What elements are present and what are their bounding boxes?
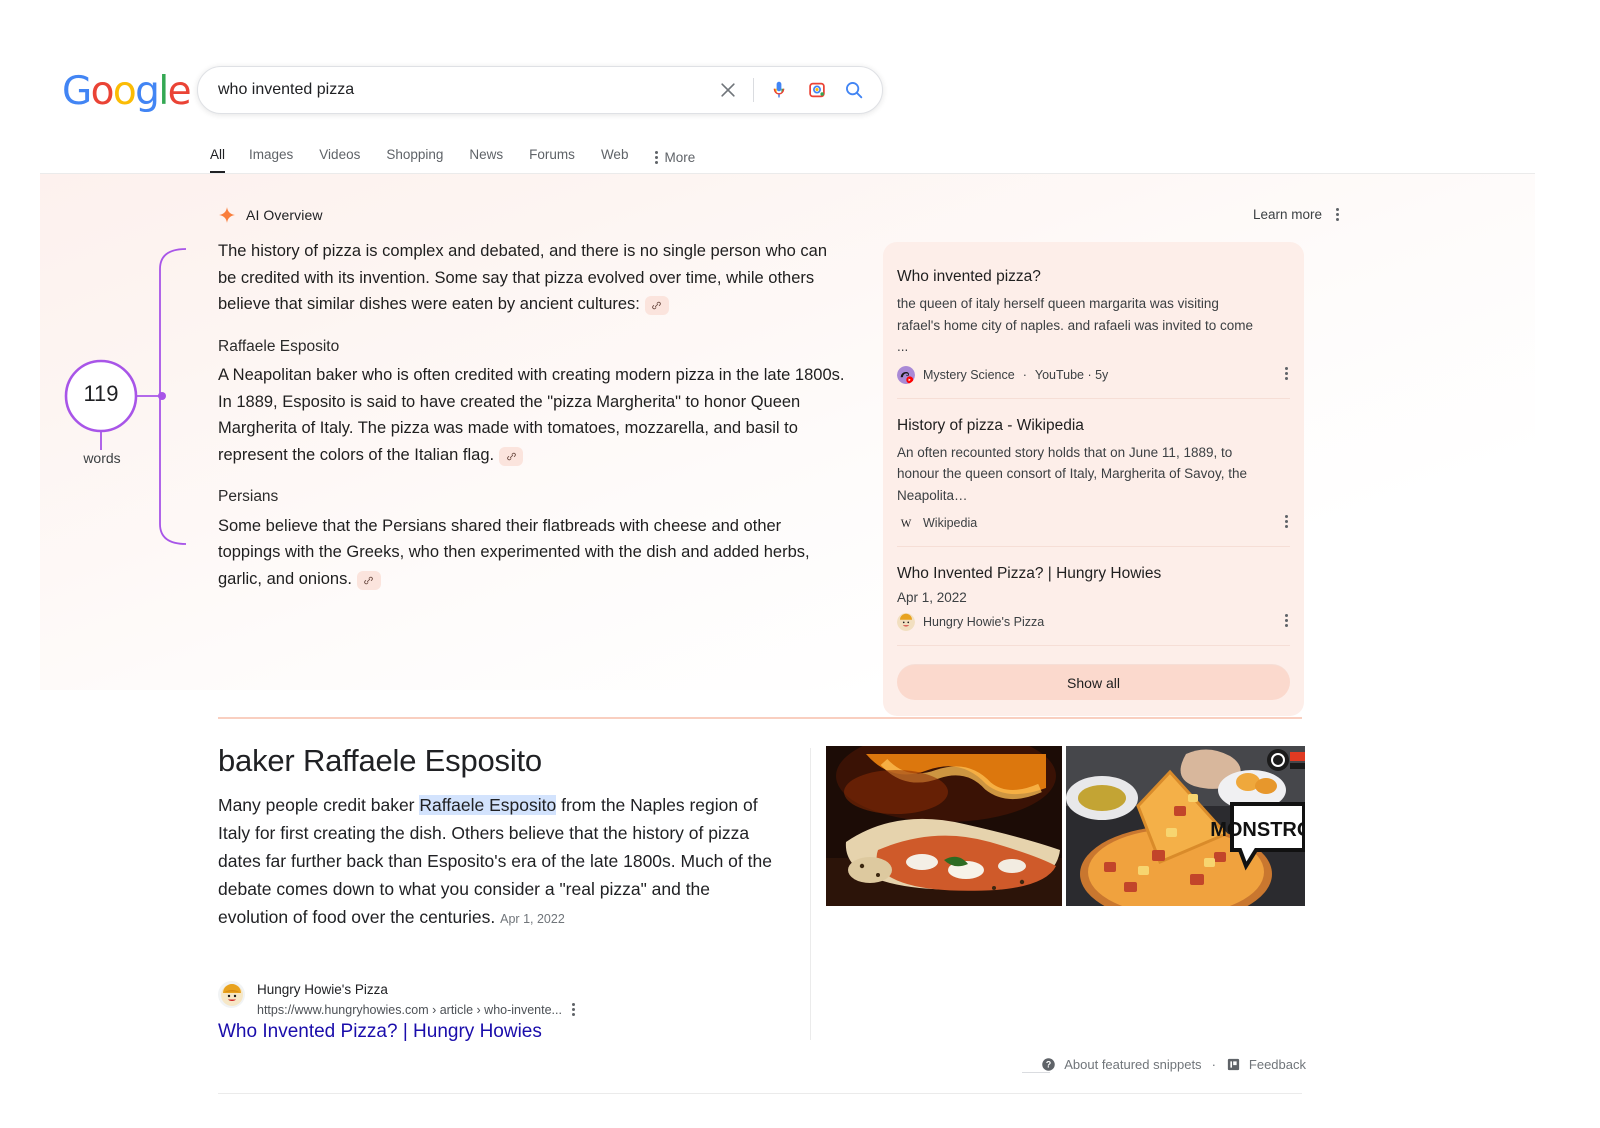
featured-snippet-images: MONSTROS [826,746,1305,906]
microphone-icon[interactable] [762,73,796,107]
wood-fired-margherita-pizza-image[interactable] [826,746,1062,906]
tab-news[interactable]: News [456,140,516,174]
source-snippet: the queen of italy herself queen margari… [897,296,1254,354]
tab-all[interactable]: All [210,140,236,174]
featured-snippet-source[interactable]: Hungry Howie's Pizza https://www.hungryh… [218,981,575,1019]
footer-separator: · [1211,1057,1216,1072]
tab-videos[interactable]: Videos [306,140,373,174]
tab-web[interactable]: Web [588,140,642,174]
source-title[interactable]: Who Invented Pizza? | Hungry Howies [897,563,1264,584]
featured-snippet-date: Apr 1, 2022 [500,912,565,926]
source-date: Apr 1, 2022 [897,590,967,605]
feedback-link[interactable]: Feedback [1226,1057,1306,1072]
source-snippet: An often recounted story holds that on J… [897,444,1247,503]
hawaiian-pizza-slice-monstrosity-image[interactable]: MONSTROS [1066,746,1305,906]
wikipedia-avatar: W [897,514,915,532]
svg-text:?: ? [1046,1060,1051,1070]
tab-forums[interactable]: Forums [516,140,588,174]
more-options-icon[interactable] [1285,614,1288,627]
ai-section-heading-0: Raffaele Esposito [218,337,340,355]
fs-body-highlight: Raffaele Esposito [419,795,557,815]
tab-more-label: More [664,149,696,165]
tab-shopping[interactable]: Shopping [373,140,456,174]
ai-overview-content: The history of pizza is complex and deba… [218,238,848,606]
source-name: Mystery Science [923,367,1015,382]
mystery-science-avatar [897,365,915,384]
annotation-count: 119 [83,381,119,406]
featured-snippet-body: Many people credit baker Raffaele Esposi… [218,791,780,933]
link-chip-icon[interactable] [499,446,524,466]
footer-short-rule [1022,1072,1050,1073]
fs-body-pre: Many people credit baker [218,795,420,815]
tab-images[interactable]: Images [236,140,306,174]
tab-more[interactable]: More [641,150,695,165]
feedback-label: Feedback [1248,1057,1306,1072]
link-chip-icon[interactable] [644,296,669,315]
more-options-icon[interactable] [571,1002,575,1016]
more-options-icon[interactable] [1285,515,1288,528]
about-featured-snippets-link[interactable]: ? About featured snippets [1041,1057,1202,1072]
footer-divider [218,1093,1302,1094]
ai-sources-panel: Who invented pizza? the queen of italy h… [883,242,1304,716]
source-platform: YouTube · 5y [1034,367,1109,382]
section-divider [218,717,1302,719]
source-title[interactable]: Who invented pizza? [897,266,1264,287]
featured-snippet-source-text: Hungry Howie's Pizza https://www.hungryh… [257,981,575,1019]
flag-icon [1227,1058,1240,1071]
source-meta: Mystery Science · YouTube · 5y [897,365,1264,384]
hungry-howies-avatar [897,613,915,631]
featured-snippet-result-link[interactable]: Who Invented Pizza? | Hungry Howies [218,1021,542,1043]
search-input[interactable] [198,81,711,99]
show-all-wrapper: Show all [897,645,1290,700]
more-options-icon[interactable] [1336,208,1339,221]
search-tabs: All Images Videos Shopping News Forums W… [210,140,695,174]
help-circle-icon: ? [1042,1058,1055,1071]
close-icon[interactable] [711,73,745,107]
ai-overview-header: AI Overview [218,206,323,224]
search-bar[interactable] [197,66,883,114]
source-card[interactable]: Who invented pizza? the queen of italy h… [897,258,1290,398]
ai-section-body-1: Some believe that the Persians shared th… [218,513,848,593]
featured-snippet-title: baker Raffaele Esposito [218,743,542,778]
image-overlay-text: MONSTROS [1210,819,1305,841]
ai-overview-actions: Learn more [1253,207,1339,222]
ai-section-body-0: A Neapolitan baker who is often credited… [218,362,848,468]
source-title[interactable]: History of pizza - Wikipedia [897,415,1264,436]
google-logo[interactable]: Google [62,72,192,111]
source-sep: · [1022,367,1027,382]
search-icon[interactable] [834,73,874,107]
about-featured-snippets-label: About featured snippets [1064,1057,1202,1072]
google-lens-icon[interactable] [800,73,834,107]
more-options-icon[interactable] [1285,366,1288,380]
site-url-row: https://www.hungryhowies.com › article ›… [257,999,575,1019]
ai-overview-intro: The history of pizza is complex and deba… [218,238,848,318]
source-card[interactable]: History of pizza - Wikipedia An often re… [897,397,1290,547]
ai-section-body-text-0: A Neapolitan baker who is often credited… [218,366,845,464]
svg-text:W: W [901,518,912,530]
sparkle-icon [219,207,235,223]
ai-overview-intro-text: The history of pizza is complex and deba… [218,242,828,313]
google-search-results-page: Google who invented pizza All Images Vid… [0,0,1600,1128]
site-name: Hungry Howie's Pizza [257,982,388,997]
search-divider [753,78,754,102]
show-all-button[interactable]: Show all [897,664,1290,700]
source-meta: W Wikipedia [897,514,1264,532]
site-url: https://www.hungryhowies.com › article ›… [257,1003,562,1017]
source-name: Wikipedia [923,516,978,530]
ai-section-body-text-1: Some believe that the Persians shared th… [218,516,810,588]
source-name: Hungry Howie's Pizza [923,615,1045,629]
ai-overview-label: AI Overview [246,207,323,223]
learn-more-link[interactable]: Learn more [1253,207,1322,222]
annotation-unit: words [83,450,121,466]
featured-snippet-vertical-divider [810,748,811,1040]
source-card[interactable]: Who Invented Pizza? | Hungry Howies Apr … [897,546,1290,645]
page-header: Google who invented pizza All Images Vid… [0,0,1600,176]
source-meta: Hungry Howie's Pizza [897,613,1264,631]
hungry-howies-favicon [218,981,245,1008]
link-chip-icon[interactable] [356,570,381,590]
more-options-icon [655,150,659,164]
ai-overview-panel: AI Overview Learn more The history of pi… [40,174,1535,716]
ai-section-heading-1: Persians [218,488,279,505]
featured-snippet-footer: ? About featured snippets · Feedback [1041,1057,1306,1072]
